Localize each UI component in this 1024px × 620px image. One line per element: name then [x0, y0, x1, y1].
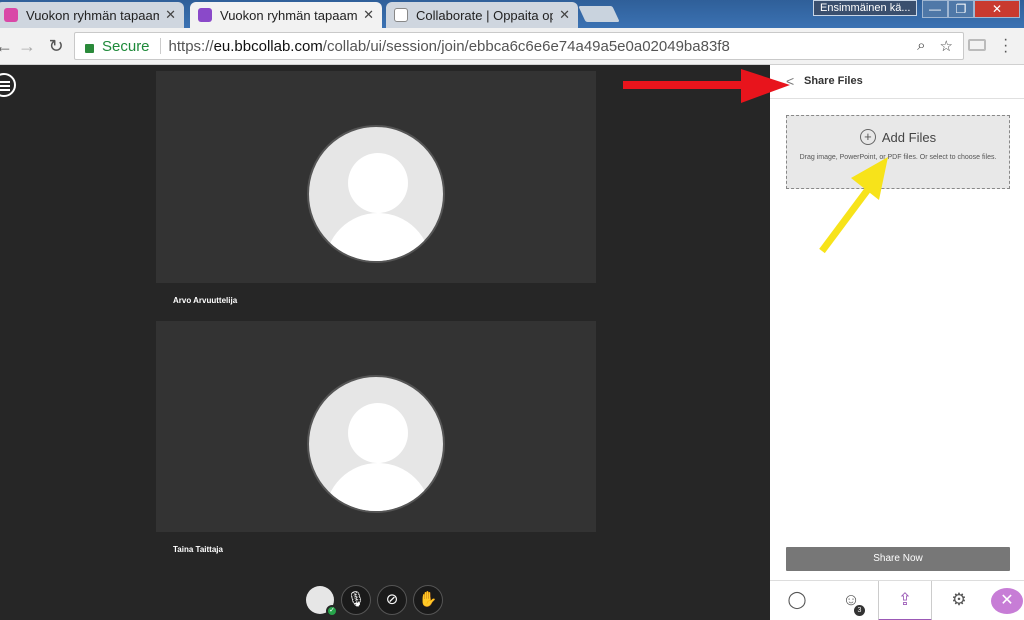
page-favicon-icon	[394, 8, 408, 22]
reload-icon[interactable]: ↻	[46, 36, 66, 56]
lock-icon	[85, 43, 94, 53]
tab-close-icon[interactable]: ✕	[165, 7, 176, 23]
dropzone-help-text: Drag image, PowerPoint, or PDF files. Or…	[799, 154, 997, 161]
settings-icon[interactable]: ⚙	[932, 581, 986, 620]
browser-tab-2[interactable]: Vuokon ryhmän tapaami ✕	[190, 2, 382, 28]
browser-toolbar: ← → ↻ Secure https://eu.bbcollab.com/col…	[0, 28, 1024, 65]
participant-video-tile: Arvo Arvuuttelija	[156, 71, 596, 319]
share-now-button[interactable]: Share Now	[786, 547, 1010, 571]
add-files-label: Add Files	[881, 129, 937, 145]
divider	[159, 38, 161, 54]
camera-off-icon[interactable]: ⊘	[377, 585, 407, 615]
browser-tabstrip: Vuokon ryhmän tapaami ✕ Vuokon ryhmän ta…	[0, 0, 1024, 28]
tab-title: Vuokon ryhmän tapaami	[26, 7, 160, 23]
back-chevron-icon[interactable]: <	[786, 73, 794, 89]
session-menu-button[interactable]	[0, 73, 16, 97]
session-stage: Arvo Arvuuttelija Taina Taittaja ✓ 🎙 ⊘ ✋	[0, 65, 770, 620]
secure-label: Secure	[102, 37, 150, 55]
browser-tab-3[interactable]: Collaborate | Oppaita op ✕	[386, 2, 578, 28]
participant-video-tile: Taina Taittaja	[156, 321, 596, 568]
tab-favicon-icon	[198, 8, 212, 22]
new-tab-button[interactable]	[578, 6, 620, 22]
collaborate-panel: < Share Files + Add Files Drag image, Po…	[770, 65, 1024, 620]
check-icon: ✓	[326, 605, 338, 617]
zoom-icon[interactable]: ⌕	[917, 37, 925, 55]
url-scheme: https://	[168, 37, 214, 55]
participants-icon[interactable]: ☺ 3	[824, 581, 878, 620]
back-icon[interactable]: ←	[0, 36, 14, 56]
cast-icon[interactable]	[968, 39, 986, 51]
my-status-button[interactable]: ✓	[306, 586, 338, 617]
tab-title: Collaborate | Oppaita op	[416, 7, 554, 23]
menu-icon[interactable]: · · ·	[1003, 32, 1008, 60]
panel-title: Share Files	[804, 75, 863, 87]
raise-hand-icon[interactable]: ✋	[413, 585, 443, 615]
chat-icon[interactable]: ◯	[770, 581, 824, 620]
star-icon[interactable]: ☆	[940, 37, 953, 55]
close-icon[interactable]: ✕	[991, 588, 1023, 614]
url-path: /collab/ui/session/join/ebbca6c6e6e74a49…	[322, 37, 730, 55]
participant-count-badge: 3	[854, 605, 865, 616]
maximize-button[interactable]: ❐	[948, 0, 974, 18]
avatar	[307, 375, 445, 513]
url-host: eu.bbcollab.com	[213, 37, 323, 55]
share-content-icon[interactable]: ⇪	[878, 581, 932, 620]
forward-icon[interactable]: →	[17, 36, 37, 56]
profile-button[interactable]: Ensimmäinen kä...	[813, 0, 917, 16]
address-bar[interactable]: Secure https://eu.bbcollab.com/collab/ui…	[74, 32, 964, 60]
tab-close-icon[interactable]: ✕	[559, 7, 570, 23]
tab-close-icon[interactable]: ✕	[363, 7, 374, 23]
avatar	[307, 125, 445, 263]
tab-title: Vuokon ryhmän tapaami	[220, 7, 358, 23]
participant-name: Arvo Arvuuttelija	[156, 283, 596, 319]
screen: Vuokon ryhmän tapaami ✕ Vuokon ryhmän ta…	[0, 0, 1024, 620]
file-dropzone[interactable]: + Add Files Drag image, PowerPoint, or P…	[786, 115, 1010, 189]
participant-name: Taina Taittaja	[156, 532, 596, 568]
microphone-off-icon[interactable]: 🎙	[341, 585, 371, 615]
browser-tab-1[interactable]: Vuokon ryhmän tapaami ✕	[0, 2, 184, 28]
minimize-button[interactable]: —	[922, 0, 948, 18]
tab-favicon-icon	[4, 8, 18, 22]
plus-circle-icon: +	[859, 129, 876, 145]
window-close-button[interactable]: ✕	[974, 0, 1020, 18]
panel-header: < Share Files	[770, 65, 1024, 99]
panel-tabbar: ◯ ☺ 3 ⇪ ⚙ ✕	[770, 580, 1024, 620]
